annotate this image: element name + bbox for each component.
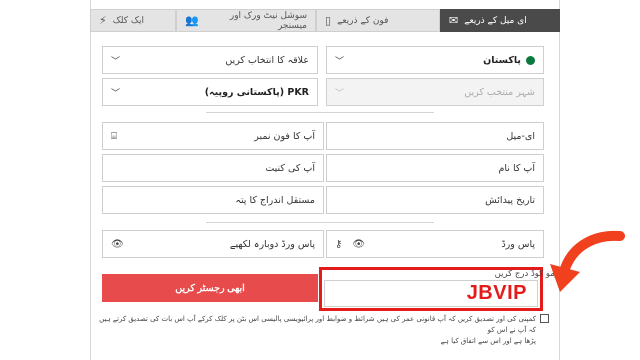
- name-placeholder: آپ کا نام: [498, 162, 535, 174]
- currency-select[interactable]: PKR (پاکستانی روپیہ) ﹀: [102, 78, 318, 106]
- city-placeholder: شہر منتخب کریں: [464, 86, 535, 98]
- promo-code-input[interactable]: JBVIP: [324, 280, 538, 307]
- password-icons: 👁 ⚷: [335, 239, 365, 250]
- phone-contact-icon: ⌸: [111, 130, 117, 142]
- tab-label: فون کے ذریعے: [337, 15, 389, 26]
- name-field[interactable]: آپ کا نام: [326, 154, 544, 182]
- password-repeat-field[interactable]: پاس ورڈ دوبارہ لکھیے 👁: [102, 230, 324, 258]
- password-field[interactable]: پاس ورڈ 👁 ⚷: [326, 230, 544, 258]
- tab-phone[interactable]: فون کے ذریعے ▯: [316, 9, 440, 32]
- key-icon[interactable]: ⚷: [335, 239, 342, 250]
- surname-field[interactable]: آپ کی کنیت: [102, 154, 324, 182]
- country-value: پاکستان: [483, 54, 521, 66]
- registration-tabs: ایک کلک ⚡ سوشل نیٹ ورک اور میسنجر 👥 فون …: [90, 9, 560, 32]
- chevron-down-icon: ﹀: [111, 56, 121, 67]
- birthdate-placeholder: تاریخ پیدائش: [485, 194, 535, 206]
- eye-slash-icon[interactable]: 👁: [111, 239, 124, 250]
- password-placeholder: پاس ورڈ: [501, 238, 535, 250]
- chevron-down-icon: ﹀: [335, 56, 345, 67]
- terms-line-1: کمپنی کی اور تصدیق کریں کہ آپ قانونی عمر…: [99, 315, 536, 334]
- region-placeholder: علاقہ کا انتخاب کریں: [225, 54, 309, 66]
- email-placeholder: ای-میل: [506, 130, 535, 142]
- region-select[interactable]: علاقہ کا انتخاب کریں ﹀: [102, 46, 318, 74]
- tab-label: ای میل کے ذریعے: [464, 15, 527, 26]
- birthdate-field[interactable]: تاریخ پیدائش: [326, 186, 544, 214]
- terms-line-2: پڑھا ہے اور اس سے اتفاق کیا ہے: [440, 337, 536, 345]
- surname-placeholder: آپ کی کنیت: [265, 162, 315, 174]
- phone-icon: ▯: [325, 14, 332, 27]
- terms-text: کمپنی کی اور تصدیق کریں کہ آپ قانونی عمر…: [96, 314, 536, 347]
- arrow-annotation-icon: [550, 230, 625, 292]
- terms-checkbox[interactable]: [540, 314, 549, 323]
- eye-slash-icon[interactable]: 👁: [352, 239, 365, 250]
- chevron-down-icon: ﹀: [335, 88, 345, 99]
- tab-email[interactable]: ای میل کے ذریعے ✉: [440, 9, 560, 32]
- password-repeat-placeholder: پاس ورڈ دوبارہ لکھیے: [229, 238, 315, 250]
- tab-one-click[interactable]: ایک کلک ⚡: [90, 9, 176, 32]
- chevron-down-icon: ﹀: [111, 88, 121, 99]
- lightning-icon: ⚡: [99, 14, 107, 27]
- tab-social[interactable]: سوشل نیٹ ورک اور میسنجر 👥: [176, 9, 316, 32]
- phone-placeholder: آپ کا فون نمبر: [254, 130, 315, 142]
- envelope-icon: ✉: [449, 14, 459, 27]
- pakistan-flag-icon: [526, 55, 535, 65]
- tab-label: سوشل نیٹ ورک اور میسنجر: [229, 10, 307, 31]
- city-select[interactable]: شہر منتخب کریں ﹀: [326, 78, 544, 106]
- users-icon: 👥: [185, 14, 199, 27]
- divider: [206, 222, 434, 223]
- country-value-wrap: پاکستان: [483, 55, 535, 66]
- email-field[interactable]: ای-میل: [326, 122, 544, 150]
- promo-code-value: JBVIP: [466, 282, 527, 304]
- address-field[interactable]: مستقل اندراج کا پتہ: [102, 186, 324, 214]
- register-button[interactable]: ابھی رجسٹر کریں: [102, 274, 318, 302]
- country-select[interactable]: پاکستان ﹀: [326, 46, 544, 74]
- address-placeholder: مستقل اندراج کا پتہ: [235, 194, 315, 206]
- currency-value: PKR (پاکستانی روپیہ): [204, 86, 309, 98]
- phone-field[interactable]: آپ کا فون نمبر ⌸: [102, 122, 324, 150]
- tab-label: ایک کلک: [112, 15, 144, 26]
- divider: [206, 112, 434, 113]
